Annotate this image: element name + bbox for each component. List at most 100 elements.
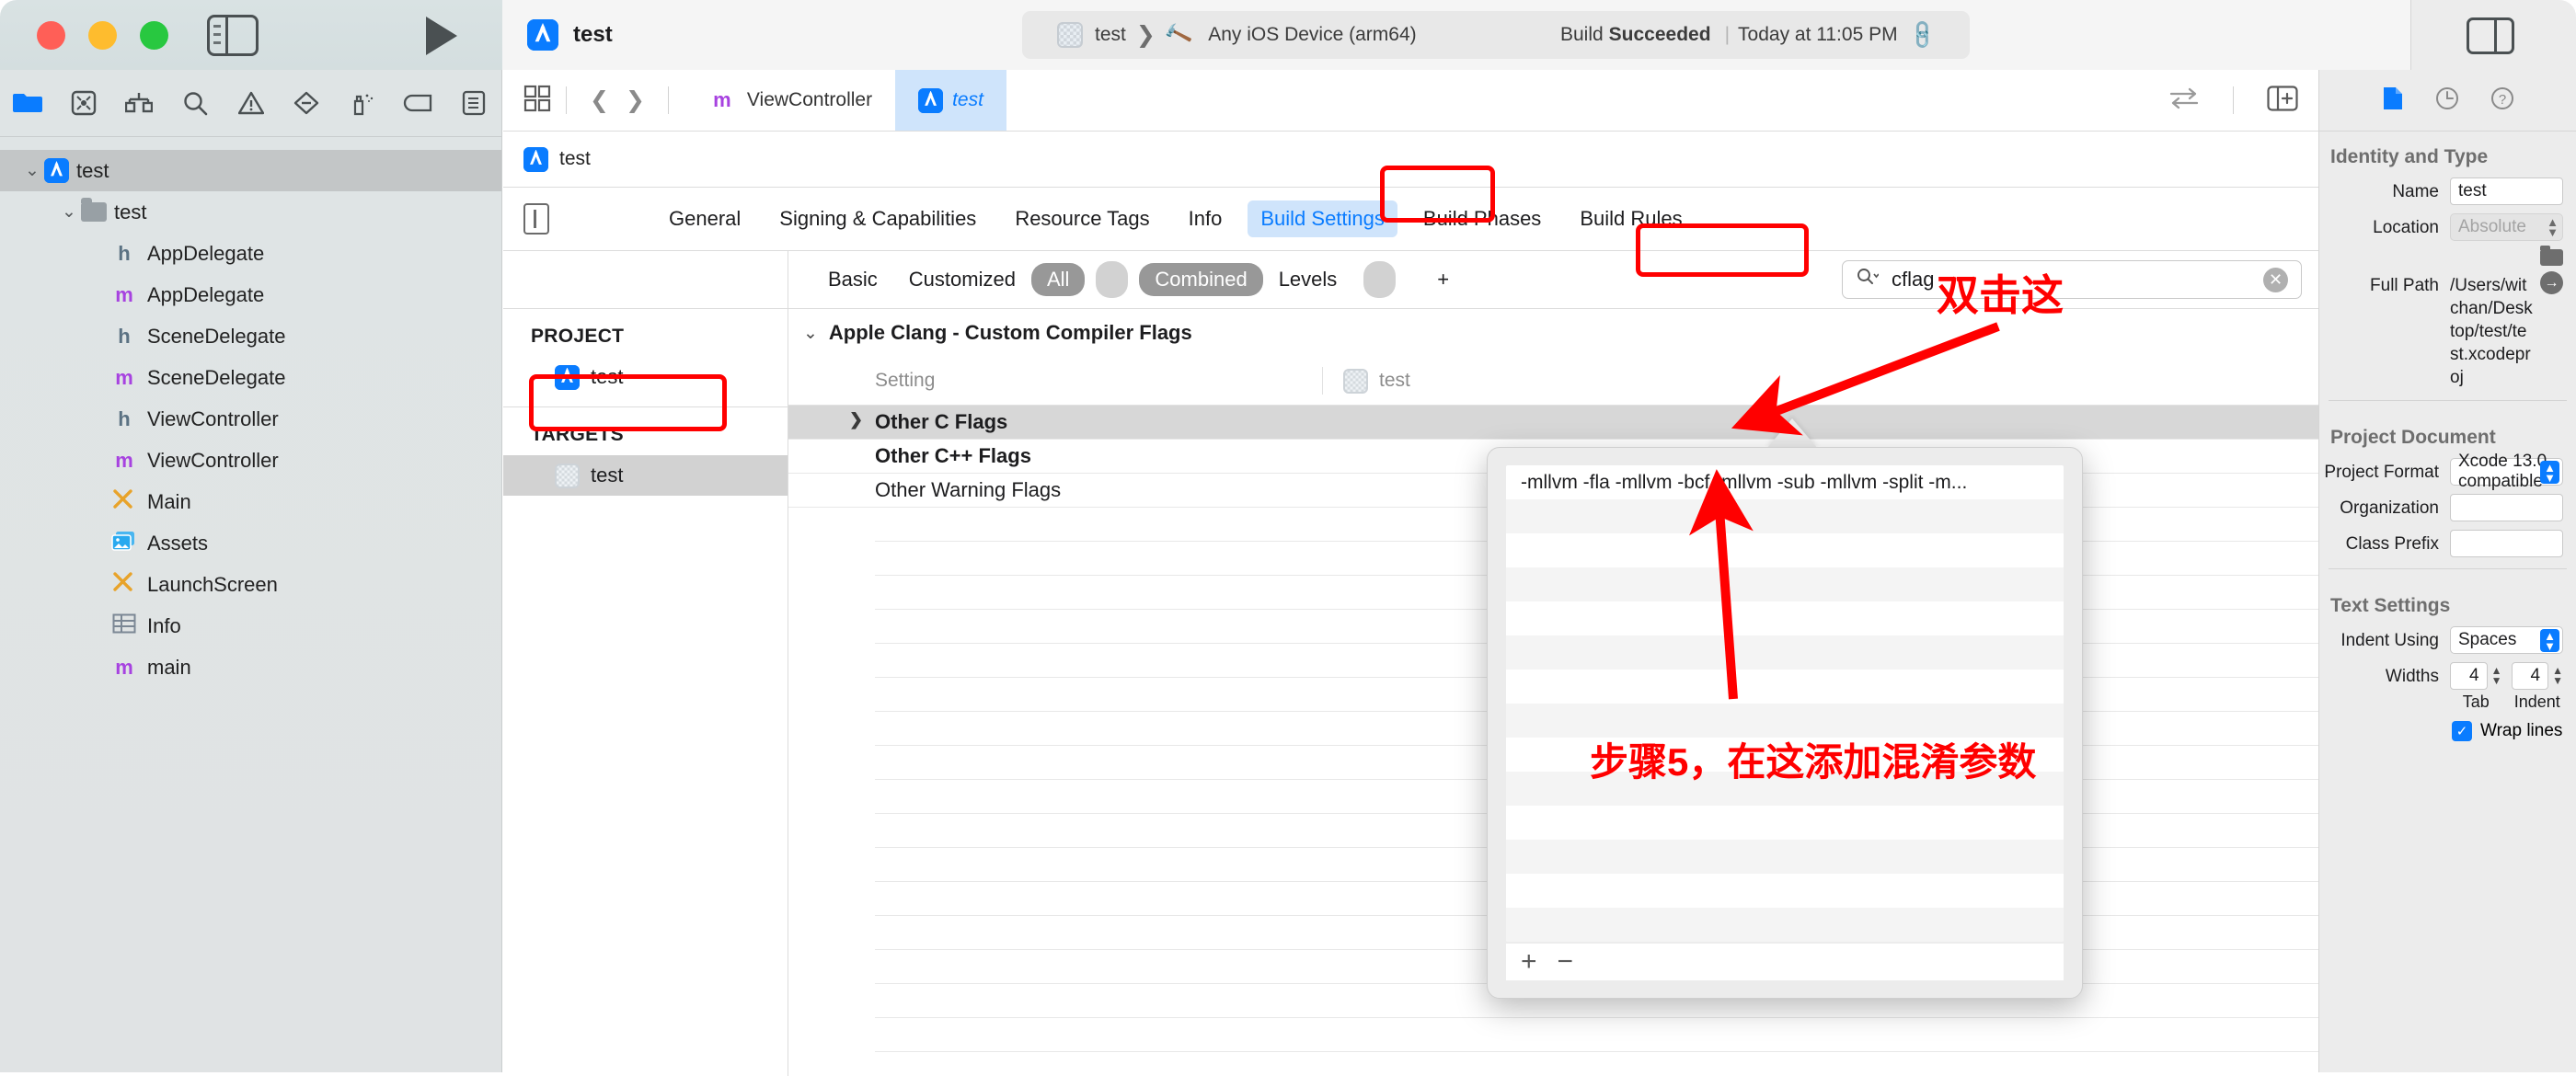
name-row: Name test: [2319, 177, 2563, 205]
filter-customized[interactable]: Customized: [893, 263, 1031, 296]
related-items-icon[interactable]: [523, 85, 551, 117]
tab-resource-tags[interactable]: Resource Tags: [1002, 200, 1162, 237]
navigator-tab-debug-icon[interactable]: [334, 70, 390, 136]
build-status[interactable]: Build Succeeded | Today at 11:05 PM 🔗: [1560, 17, 1970, 52]
nav-item-launchscreen[interactable]: LaunchScreen: [0, 564, 501, 605]
setting-row-other-c-flags[interactable]: ❯ Other C Flags: [788, 406, 2318, 440]
nav-item-main-m[interactable]: m main: [0, 647, 501, 688]
flag-empty-row[interactable]: [1506, 567, 2064, 601]
tab-general[interactable]: General: [656, 200, 753, 237]
reveal-in-finder-icon[interactable]: →: [2540, 271, 2563, 294]
class-prefix-field[interactable]: [2450, 530, 2563, 557]
editor-tab-viewcontroller[interactable]: m ViewController: [684, 70, 895, 131]
project-list-item-test[interactable]: test: [503, 357, 788, 397]
chevron-down-icon[interactable]: ⌄: [20, 160, 44, 181]
nav-item-label: ViewController: [147, 406, 279, 430]
navigator-tab-project-icon[interactable]: [0, 70, 56, 136]
flags-value-list[interactable]: -mllvm -fla -mllvm -bcf -mllvm -sub -mll…: [1506, 465, 2064, 942]
indent-width-stepper[interactable]: ▲ ▼: [2552, 662, 2563, 690]
nav-item-scenedelegate-m[interactable]: m SceneDelegate: [0, 357, 501, 398]
traffic-lights[interactable]: [37, 20, 168, 50]
filter-basic[interactable]: Basic: [812, 263, 893, 296]
nav-item-info-plist[interactable]: Info: [0, 605, 501, 647]
flag-value-row[interactable]: -mllvm -fla -mllvm -bcf -mllvm -sub -mll…: [1506, 465, 2064, 499]
flag-empty-row[interactable]: [1506, 635, 2064, 670]
swap-editors-icon[interactable]: [2168, 86, 2200, 115]
nav-item-group-test[interactable]: ⌄ test: [0, 191, 501, 233]
navigator-tab-find-icon[interactable]: [167, 70, 224, 136]
navigator-tab-symbols-icon[interactable]: [111, 70, 167, 136]
flag-empty-row[interactable]: [1506, 806, 2064, 840]
help-inspector-icon[interactable]: ?: [2490, 86, 2514, 115]
name-field[interactable]: test: [2450, 177, 2563, 205]
run-button[interactable]: [426, 17, 457, 55]
location-popup[interactable]: Absolute ▲ ▼: [2450, 213, 2563, 241]
tab-build-settings[interactable]: Build Settings: [1248, 200, 1397, 237]
scheme-destination-pill[interactable]: test ❯ 🔨 Any iOS Device (arm64) Build Su…: [1022, 11, 1970, 59]
minimize-window-button[interactable]: [88, 20, 117, 50]
nav-item-viewcontroller-m[interactable]: m ViewController: [0, 440, 501, 481]
flag-empty-row[interactable]: [1506, 670, 2064, 704]
filter-combined[interactable]: Combined: [1139, 263, 1263, 296]
chevron-down-icon[interactable]: ⌄: [57, 201, 81, 223]
forward-button[interactable]: ❯: [617, 86, 653, 114]
nav-item-assets[interactable]: Assets: [0, 522, 501, 564]
nav-item-main-storyboard[interactable]: Main: [0, 481, 501, 522]
breadcrumb[interactable]: test: [503, 132, 2318, 188]
scheme-name[interactable]: test: [1095, 24, 1126, 46]
history-inspector-icon[interactable]: [2435, 86, 2459, 115]
filter-levels[interactable]: Levels: [1263, 263, 1353, 296]
nav-item-scenedelegate-h[interactable]: h SceneDelegate: [0, 315, 501, 357]
navigator-tab-tag-icon[interactable]: [390, 70, 446, 136]
link-icon[interactable]: 🔗: [1904, 17, 1939, 52]
toggle-project-list-icon[interactable]: [523, 203, 549, 235]
nav-item-appdelegate-h[interactable]: h AppDelegate: [0, 233, 501, 274]
nav-item-project[interactable]: ⌄ test: [0, 150, 501, 191]
tab-width-field[interactable]: 4: [2450, 662, 2488, 690]
nav-item-viewcontroller-h[interactable]: h ViewController: [0, 398, 501, 440]
filter-all[interactable]: All: [1030, 263, 1086, 296]
indent-using-popup[interactable]: Spaces ▲ ▼: [2450, 626, 2563, 654]
flag-empty-row[interactable]: [1506, 908, 2064, 942]
toggle-inspector-icon[interactable]: [2467, 17, 2514, 54]
tab-build-rules[interactable]: Build Rules: [1567, 200, 1695, 237]
destination-name[interactable]: Any iOS Device (arm64): [1208, 24, 1416, 46]
navigator-tab-issues-icon[interactable]: [223, 70, 279, 136]
target-list-item-test[interactable]: test: [503, 455, 788, 496]
flag-empty-row[interactable]: [1506, 601, 2064, 635]
flag-empty-row[interactable]: [1506, 840, 2064, 874]
editor-tab-project[interactable]: test: [895, 70, 1006, 131]
tab-signing-capabilities[interactable]: Signing & Capabilities: [766, 200, 989, 237]
flag-empty-row[interactable]: [1506, 499, 2064, 533]
wrap-lines-checkbox[interactable]: ✓: [2452, 721, 2472, 741]
add-editor-split-icon[interactable]: [2267, 85, 2298, 116]
build-settings-search-field[interactable]: ✕: [1842, 260, 2302, 299]
navigator-tab-reports-icon[interactable]: [446, 70, 502, 136]
settings-group-header[interactable]: ⌄ Apple Clang - Custom Compiler Flags: [788, 309, 2318, 357]
file-inspector-icon[interactable]: [2382, 86, 2404, 116]
tab-build-phases[interactable]: Build Phases: [1410, 200, 1554, 237]
add-user-defined-setting-button[interactable]: +: [1421, 263, 1465, 296]
tab-width-stepper[interactable]: ▲ ▼: [2491, 662, 2502, 690]
close-window-button[interactable]: [37, 20, 65, 50]
choose-folder-icon[interactable]: [2540, 246, 2563, 266]
flag-empty-row[interactable]: [1506, 874, 2064, 908]
clear-search-icon[interactable]: ✕: [2263, 267, 2288, 292]
nav-item-appdelegate-m[interactable]: m AppDelegate: [0, 274, 501, 315]
flag-empty-row[interactable]: [1506, 533, 2064, 567]
tab-info[interactable]: Info: [1176, 200, 1236, 237]
indent-width-field[interactable]: 4: [2511, 662, 2549, 690]
navigator-tab-sourcecontrol-icon[interactable]: [56, 70, 112, 136]
wrap-lines-row[interactable]: ✓ Wrap lines: [2452, 721, 2576, 741]
project-format-popup[interactable]: Xcode 13.0-compatible ▲ ▼: [2450, 452, 2563, 491]
search-icon[interactable]: [1857, 268, 1880, 292]
toggle-navigator-icon[interactable]: [207, 14, 259, 56]
add-flag-button[interactable]: +: [1521, 948, 1537, 976]
navigator-tab-breakpoints-icon[interactable]: [279, 70, 335, 136]
remove-flag-button[interactable]: −: [1558, 948, 1574, 976]
organization-field[interactable]: [2450, 494, 2563, 521]
chevron-right-icon[interactable]: ❯: [849, 410, 863, 429]
chevron-down-icon[interactable]: ⌄: [803, 323, 818, 344]
back-button[interactable]: ❮: [581, 86, 617, 114]
zoom-window-button[interactable]: [140, 20, 168, 50]
